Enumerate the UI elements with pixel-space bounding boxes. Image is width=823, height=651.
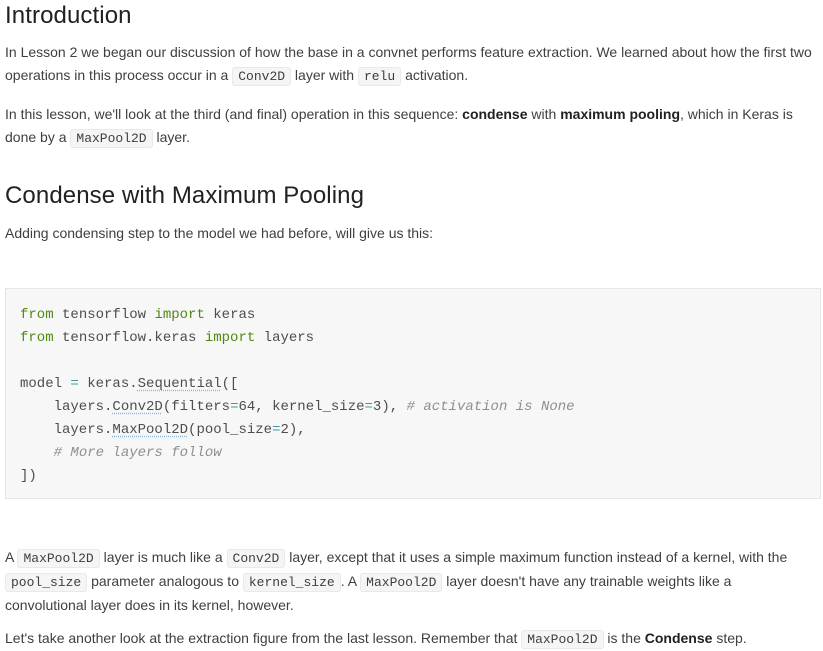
intro-paragraph-1: In Lesson 2 we began our discussion of h… (5, 41, 817, 88)
operator: = (364, 399, 373, 415)
code-line-1: from tensorflow import keras (20, 307, 255, 323)
function-sequential: Sequential (137, 376, 222, 392)
condense-paragraph: Adding condensing step to the model we h… (5, 225, 434, 241)
code-text: (pool_size (188, 422, 273, 438)
code-line-6: layers.MaxPool2D(pool_size=2), (20, 422, 306, 438)
code-text: layers (255, 330, 315, 346)
code-comment: # More layers follow (53, 445, 222, 461)
inline-code-kernel-size: kernel_size (242, 573, 341, 592)
text: layer. (152, 129, 190, 145)
maxpool-explanation-paragraph: A MaxPool2D layer is much like a Conv2D … (5, 546, 817, 617)
code-line-5: layers.Conv2D(filters=64, kernel_size=3)… (20, 399, 575, 415)
inline-code-conv2d: Conv2D (232, 67, 292, 86)
text: layer with (291, 67, 358, 83)
function-conv2d: Conv2D (112, 399, 163, 415)
code-text: model (20, 376, 71, 392)
inline-code-maxpool2d: MaxPool2D (521, 630, 604, 649)
code-text: ), (288, 422, 306, 438)
code-text: (filters (162, 399, 231, 415)
code-line-8: ]) (20, 468, 37, 484)
text: is the (603, 630, 645, 646)
bold-maximum-pooling: maximum pooling (560, 106, 680, 122)
text: step. (712, 630, 747, 646)
code-text: keras. (78, 376, 138, 392)
function-maxpool2d: MaxPool2D (112, 422, 189, 438)
code-text: , kernel_size (255, 399, 365, 415)
code-text: ([ (221, 376, 239, 392)
code-lines: from tensorflow import keras from tensor… (20, 304, 575, 488)
text: activation. (401, 67, 469, 83)
number: 64 (238, 399, 256, 415)
keyword-import: import (204, 330, 256, 346)
text: parameter analogous to (87, 573, 243, 589)
operator: = (70, 376, 79, 392)
code-text: layers. (20, 399, 113, 415)
keyword-from: from (20, 307, 54, 323)
keyword-import: import (154, 307, 205, 323)
code-text: tensorflow.keras (53, 330, 205, 346)
text: . A (340, 573, 361, 589)
code-line-7: # More layers follow (20, 445, 222, 461)
text: layer, except that it uses a simple maxi… (285, 549, 788, 565)
code-line-4: model = keras.Sequential([ (20, 376, 238, 392)
code-line-2: from tensorflow.keras import layers (20, 330, 314, 346)
heading-condense-with-maximum-pooling: Condense with Maximum Pooling (5, 182, 365, 209)
inline-code-relu: relu (357, 67, 402, 86)
number: 2 (280, 422, 289, 438)
code-comment: # activation is None (406, 399, 575, 415)
inline-code-conv2d: Conv2D (226, 549, 286, 568)
inline-code-maxpool2d: MaxPool2D (360, 573, 443, 592)
heading-introduction: Introduction (5, 2, 132, 29)
inline-code-pool-size: pool_size (5, 573, 88, 592)
inline-code-maxpool2d: MaxPool2D (17, 549, 100, 568)
text: A (5, 549, 18, 565)
code-text: ), (381, 399, 407, 415)
bold-condense: condense (462, 106, 528, 122)
text: layer is much like a (99, 549, 227, 565)
inline-code-maxpool2d: MaxPool2D (70, 129, 153, 148)
text: In this lesson, we'll look at the third … (5, 106, 463, 122)
keyword-from: from (20, 330, 54, 346)
code-text: tensorflow (53, 307, 155, 323)
code-block[interactable]: from tensorflow import keras from tensor… (5, 288, 821, 499)
intro-paragraph-2: In this lesson, we'll look at the third … (5, 103, 817, 150)
code-text: keras (204, 307, 256, 323)
extraction-figure-paragraph: Let's take another look at the extractio… (5, 627, 817, 651)
text: Let's take another look at the extractio… (5, 630, 522, 646)
text: with (527, 106, 561, 122)
code-text: layers. (20, 422, 113, 438)
bold-condense: Condense (644, 630, 713, 646)
